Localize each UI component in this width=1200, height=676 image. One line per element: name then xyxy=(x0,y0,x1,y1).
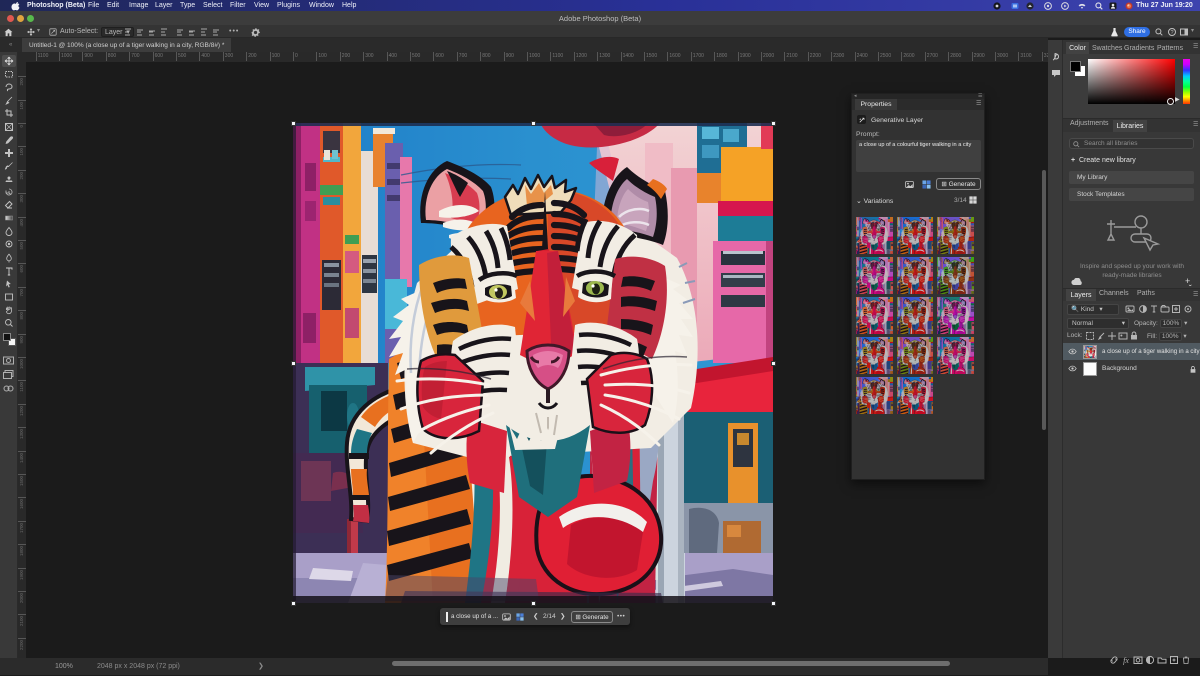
svg-text:fx: fx xyxy=(1123,656,1129,665)
svg-text:?: ? xyxy=(1170,30,1173,36)
